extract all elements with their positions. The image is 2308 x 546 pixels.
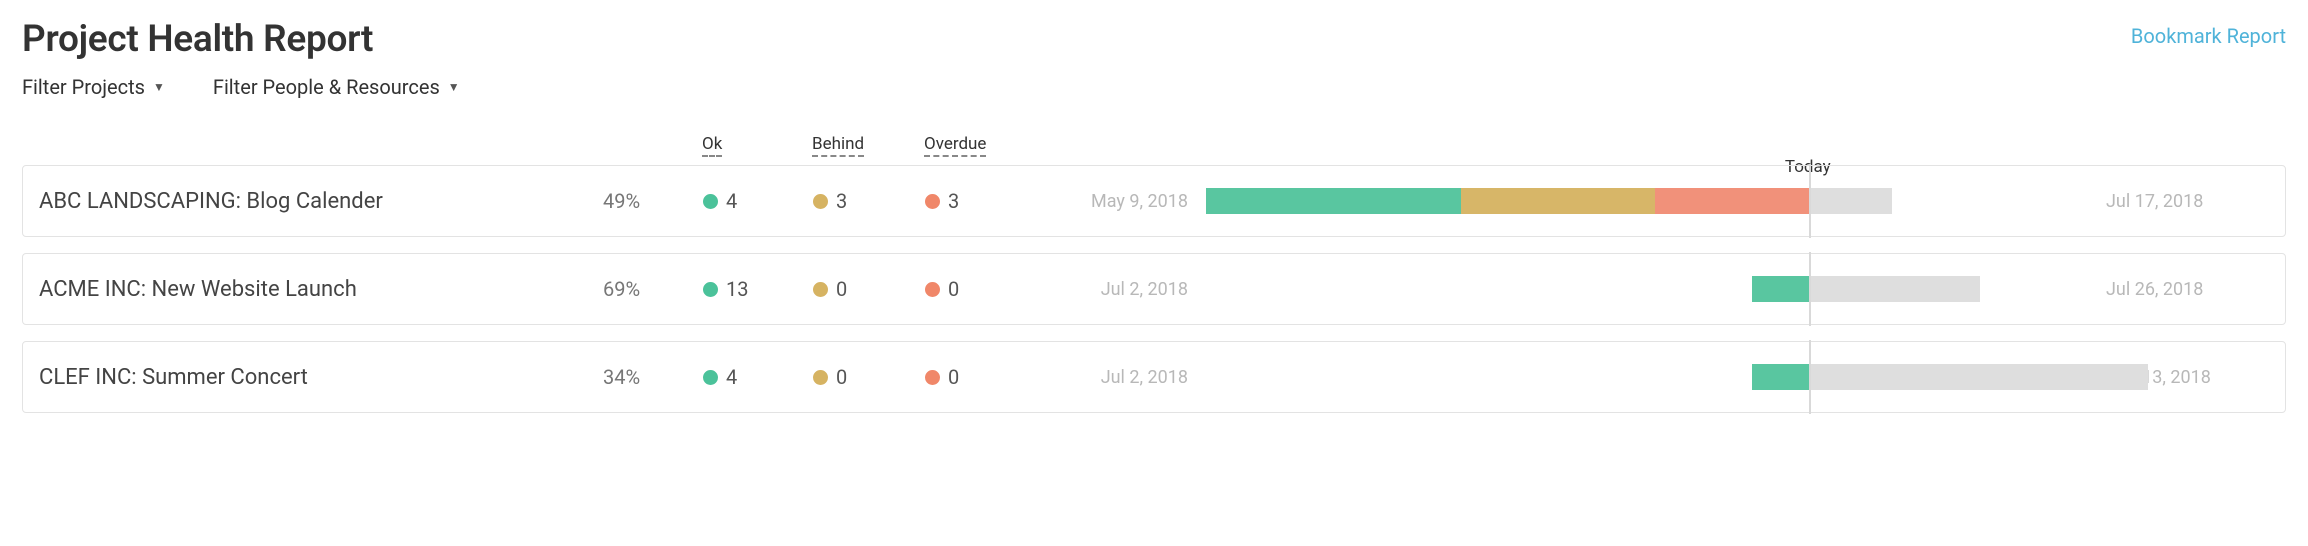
behind-count: 0 [813, 365, 925, 389]
column-header-ok: Ok [702, 134, 722, 157]
overdue-dot-icon [925, 282, 940, 297]
project-name: ACME INC: New Website Launch [39, 277, 603, 302]
column-header-overdue: Overdue [924, 134, 986, 157]
ok-dot-icon [703, 282, 718, 297]
timeline-bar [1206, 276, 2086, 302]
behind-dot-icon [813, 194, 828, 209]
ok-dot-icon [703, 370, 718, 385]
today-line [1809, 164, 1811, 238]
today-line [1809, 252, 1811, 326]
start-date: Jul 2, 2018 [1038, 279, 1206, 300]
ok-count: 13 [703, 277, 813, 301]
caret-down-icon: ▼ [448, 80, 460, 94]
timeline-bar [1206, 188, 2086, 214]
ok-count: 4 [703, 365, 813, 389]
overdue-dot-icon [925, 370, 940, 385]
start-date: Jul 2, 2018 [1038, 367, 1206, 388]
overdue-count: 3 [925, 189, 1038, 213]
project-row[interactable]: CLEF INC: Summer Concert 34% 4 0 0 Jul 2… [22, 341, 2286, 413]
project-name: CLEF INC: Summer Concert [39, 365, 603, 390]
filter-people-label: Filter People & Resources [213, 75, 440, 99]
end-date: Jul 17, 2018 [2086, 191, 2276, 212]
overdue-dot-icon [925, 194, 940, 209]
overdue-count: 0 [925, 365, 1038, 389]
project-percent: 49% [603, 189, 703, 213]
start-date: May 9, 2018 [1038, 191, 1206, 212]
project-row[interactable]: ACME INC: New Website Launch 69% 13 0 0 … [22, 253, 2286, 325]
project-percent: 34% [603, 365, 703, 389]
ok-dot-icon [703, 194, 718, 209]
bar-segment-overdue [1655, 188, 1809, 214]
filter-projects-dropdown[interactable]: Filter Projects ▼ [22, 75, 165, 99]
filter-people-dropdown[interactable]: Filter People & Resources ▼ [213, 75, 460, 99]
ok-count: 4 [703, 189, 813, 213]
bar-segment-behind [1461, 188, 1655, 214]
bar-segment-remaining [1809, 364, 2148, 390]
bar-segment-remaining [1809, 276, 1981, 302]
project-name: ABC LANDSCAPING: Blog Calender [39, 189, 603, 214]
column-header-behind: Behind [812, 134, 864, 157]
column-header-row: Ok Behind Overdue Today [22, 135, 2286, 165]
bookmark-report-link[interactable]: Bookmark Report [2131, 24, 2286, 48]
page-title: Project Health Report [22, 18, 373, 61]
behind-count: 0 [813, 277, 925, 301]
bar-segment-ok [1752, 364, 1809, 390]
today-line [1809, 340, 1811, 414]
caret-down-icon: ▼ [153, 80, 165, 94]
filter-projects-label: Filter Projects [22, 75, 145, 99]
behind-count: 3 [813, 189, 925, 213]
behind-dot-icon [813, 282, 828, 297]
overdue-count: 0 [925, 277, 1038, 301]
project-percent: 69% [603, 277, 703, 301]
bar-segment-ok [1752, 276, 1809, 302]
project-row[interactable]: ABC LANDSCAPING: Blog Calender 49% 4 3 3… [22, 165, 2286, 237]
bar-segment-ok [1206, 188, 1461, 214]
timeline-bar [1206, 364, 2086, 390]
behind-dot-icon [813, 370, 828, 385]
end-date: Jul 26, 2018 [2086, 279, 2276, 300]
bar-segment-remaining [1809, 188, 1893, 214]
